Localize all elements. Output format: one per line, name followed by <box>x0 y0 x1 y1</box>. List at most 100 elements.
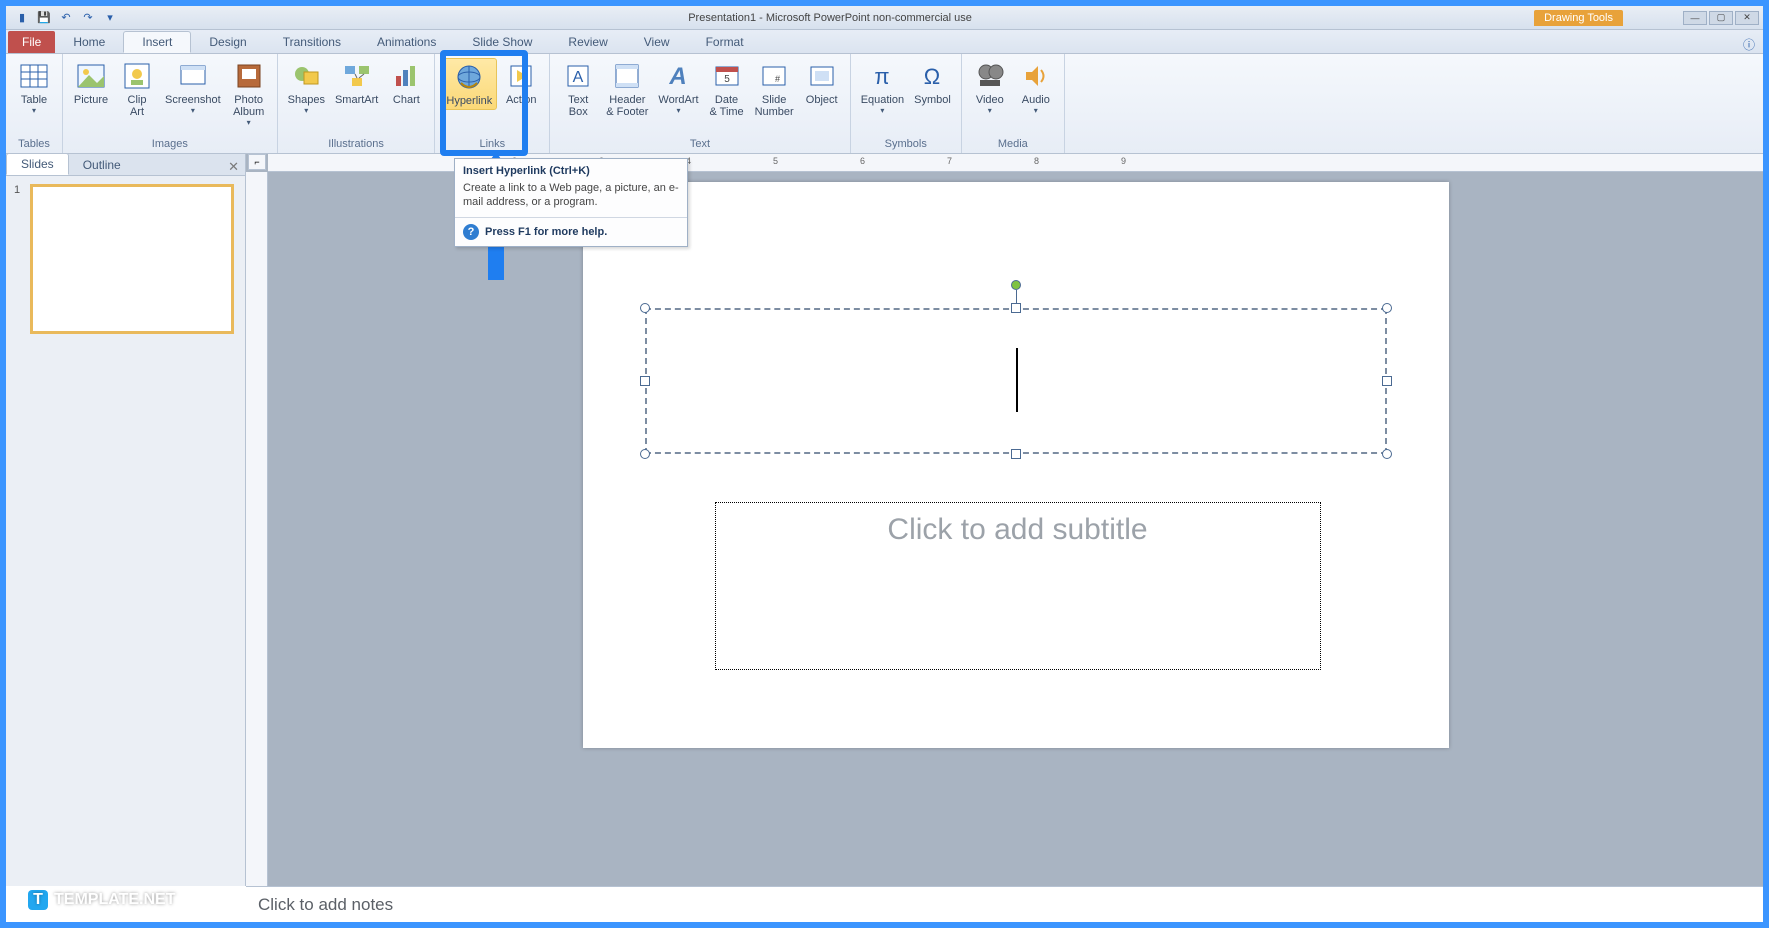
help-icon[interactable]: ⓘ <box>1743 36 1755 53</box>
shapes-icon <box>290 60 322 92</box>
screenshot-icon <box>177 60 209 92</box>
tooltip-title: Insert Hyperlink (Ctrl+K) <box>455 159 687 179</box>
quick-access-toolbar: ▮ 💾 ↶ ↷ ▾ <box>6 10 126 26</box>
notes-placeholder-text: Click to add notes <box>258 895 393 915</box>
rotate-handle[interactable] <box>1011 280 1021 290</box>
screenshot-label: Screenshot <box>165 94 221 106</box>
svg-text:#: # <box>775 74 780 84</box>
group-text: AText Box Header & Footer A WordArt 5Date… <box>550 54 850 153</box>
ruler-mark: 8 <box>1034 156 1039 166</box>
video-label: Video <box>976 94 1004 106</box>
undo-icon[interactable]: ↶ <box>58 10 74 26</box>
resize-handle-sw[interactable] <box>640 449 650 459</box>
contextual-tab-drawing-tools[interactable]: Drawing Tools <box>1534 10 1623 26</box>
tab-format[interactable]: Format <box>688 31 762 53</box>
ruler-mark: 7 <box>947 156 952 166</box>
wordart-icon: A <box>662 60 694 92</box>
window-title: Presentation1 - Microsoft PowerPoint non… <box>126 12 1534 24</box>
minimize-button[interactable]: — <box>1683 11 1707 25</box>
resize-handle-w[interactable] <box>640 376 650 386</box>
resize-handle-s[interactable] <box>1011 449 1021 459</box>
close-pane-icon[interactable]: ✕ <box>228 159 239 175</box>
subtitle-placeholder-text: Click to add subtitle <box>887 513 1147 547</box>
tab-review[interactable]: Review <box>550 31 625 53</box>
subtitle-placeholder[interactable]: Click to add subtitle <box>715 502 1321 670</box>
slide-thumbnail-1[interactable] <box>30 184 234 334</box>
close-button[interactable]: ✕ <box>1735 11 1759 25</box>
vertical-ruler[interactable] <box>246 172 268 886</box>
video-button[interactable]: Video <box>968 58 1012 117</box>
audio-button[interactable]: Audio <box>1014 58 1058 117</box>
table-label: Table <box>21 94 47 106</box>
object-label: Object <box>806 94 838 106</box>
slide-number-button[interactable]: #Slide Number <box>751 58 798 120</box>
date-time-button[interactable]: 5Date & Time <box>705 58 749 120</box>
symbol-button[interactable]: ΩSymbol <box>910 58 955 108</box>
tab-view[interactable]: View <box>626 31 688 53</box>
resize-handle-se[interactable] <box>1382 449 1392 459</box>
tab-transitions[interactable]: Transitions <box>265 31 359 53</box>
tab-animations[interactable]: Animations <box>359 31 454 53</box>
group-label-links: Links <box>435 136 549 153</box>
save-icon[interactable]: 💾 <box>36 10 52 26</box>
hyperlink-icon <box>453 61 485 93</box>
date-time-icon: 5 <box>711 60 743 92</box>
photo-album-button[interactable]: Photo Album <box>227 58 271 129</box>
text-box-button[interactable]: AText Box <box>556 58 600 120</box>
slides-tab[interactable]: Slides <box>6 153 69 175</box>
wordart-button[interactable]: A WordArt <box>654 58 702 117</box>
chart-button[interactable]: Chart <box>384 58 428 108</box>
svg-text:5: 5 <box>724 74 730 85</box>
resize-handle-ne[interactable] <box>1382 303 1392 313</box>
resize-handle-nw[interactable] <box>640 303 650 313</box>
app-frame: ▮ 💾 ↶ ↷ ▾ Presentation1 - Microsoft Powe… <box>0 0 1769 928</box>
tab-insert[interactable]: Insert <box>123 31 191 53</box>
tab-selector-icon[interactable]: ⌐ <box>248 154 266 170</box>
header-footer-button[interactable]: Header & Footer <box>602 58 652 120</box>
window-controls: — ▢ ✕ <box>1683 11 1763 25</box>
tooltip-body: Create a link to a Web page, a picture, … <box>455 179 687 218</box>
thumbnail-number: 1 <box>14 184 26 334</box>
group-label-tables: Tables <box>6 136 62 153</box>
tab-home[interactable]: Home <box>55 31 123 53</box>
group-tables: Table Tables <box>6 54 63 153</box>
tab-design[interactable]: Design <box>191 31 264 53</box>
object-icon <box>806 60 838 92</box>
help-circle-icon: ? <box>463 224 479 240</box>
svg-text:Ω: Ω <box>924 64 940 89</box>
shapes-label: Shapes <box>288 94 325 106</box>
resize-handle-e[interactable] <box>1382 376 1392 386</box>
hyperlink-button[interactable]: Hyperlink <box>441 58 497 110</box>
maximize-button[interactable]: ▢ <box>1709 11 1733 25</box>
title-placeholder[interactable] <box>645 308 1387 454</box>
outline-tab[interactable]: Outline <box>69 155 135 175</box>
text-box-icon: A <box>562 60 594 92</box>
equation-label: Equation <box>861 94 904 106</box>
clip-art-button[interactable]: Clip Art <box>115 58 159 120</box>
qat-dropdown-icon[interactable]: ▾ <box>102 10 118 26</box>
audio-label: Audio <box>1022 94 1050 106</box>
action-button[interactable]: Action <box>499 58 543 108</box>
ribbon: Table Tables Picture Clip Art Screenshot… <box>6 54 1763 154</box>
resize-handle-n[interactable] <box>1011 303 1021 313</box>
main-area: Slides Outline ✕ 1 ⌐ 2 3 4 5 6 <box>6 154 1763 886</box>
group-label-text: Text <box>550 136 849 153</box>
notes-pane[interactable]: Click to add notes <box>246 886 1763 922</box>
audio-icon <box>1020 60 1052 92</box>
equation-button[interactable]: πEquation <box>857 58 908 117</box>
shapes-button[interactable]: Shapes <box>284 58 329 117</box>
tab-file[interactable]: File <box>8 31 55 53</box>
slide-canvas[interactable]: Click to add subtitle <box>583 182 1449 748</box>
action-icon <box>505 60 537 92</box>
screenshot-button[interactable]: Screenshot <box>161 58 225 117</box>
object-button[interactable]: Object <box>800 58 844 108</box>
table-button[interactable]: Table <box>12 58 56 117</box>
tab-slide-show[interactable]: Slide Show <box>454 31 550 53</box>
wordart-label: WordArt <box>658 94 698 106</box>
group-media: Video Audio Media <box>962 54 1065 153</box>
redo-icon[interactable]: ↷ <box>80 10 96 26</box>
picture-button[interactable]: Picture <box>69 58 113 108</box>
watermark: T TEMPLATE.NET <box>28 890 175 910</box>
smartart-button[interactable]: SmartArt <box>331 58 382 108</box>
header-footer-icon <box>611 60 643 92</box>
